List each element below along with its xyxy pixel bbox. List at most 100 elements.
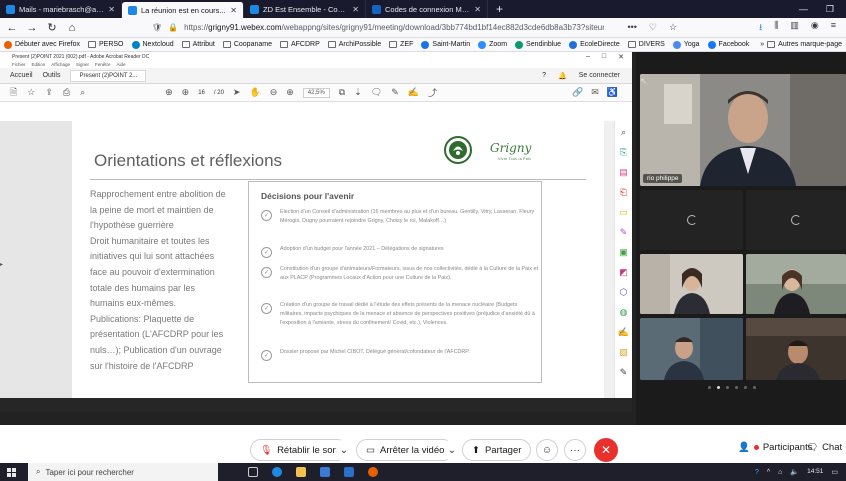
taskbar-clock[interactable]: 14:51 [807,468,823,476]
zoom-icon[interactable]: ⌕ [621,127,626,138]
bookmark-item[interactable]: Débuter avec Firefox [4,40,80,49]
network-icon[interactable]: ⌂ [778,469,782,476]
bookmark-item[interactable]: EcoleDirecte [569,40,620,49]
leave-meeting-button[interactable]: ✕ [594,438,618,462]
bookmark-item[interactable]: Sendinblue [515,40,561,49]
account-icon[interactable]: ◉ [811,20,819,36]
download-icon[interactable]: ⭳ [759,20,762,36]
acrobat-menu-item[interactable]: Aide [117,62,126,67]
close-tab-icon[interactable]: ✕ [230,6,237,15]
zoom-out-icon[interactable]: ⊖ [270,87,278,98]
create-pdf-icon[interactable]: ⎗ [620,187,627,198]
edit-pdf-icon[interactable]: ✎ [620,227,628,238]
bell-icon[interactable]: 🔔 [558,72,567,80]
new-tab-button[interactable]: + [488,0,511,18]
video-options-chevron-icon[interactable]: ⌄ [444,439,460,461]
share-button[interactable]: ⬆ Partager [462,439,532,461]
maximize-icon[interactable]: □ [602,53,606,61]
volume-icon[interactable]: 🔈 [790,468,799,476]
back-arrow-icon[interactable]: ← [6,22,18,34]
bookmark-item[interactable]: ArchiPossible [327,41,381,48]
reload-icon[interactable]: ↻ [46,21,58,34]
tab-document[interactable]: Present (2)POINT 2... [70,69,147,82]
document-viewport[interactable]: ▸ Orientations et réflexions Grigny Vivr… [0,121,632,398]
chat-button[interactable]: 🗨 Chat [806,442,842,453]
forward-arrow-icon[interactable]: → [26,22,38,34]
show-hidden-icons-icon[interactable]: ^ [767,469,770,476]
zoom-select[interactable]: 42,5% [302,87,330,98]
protect-icon[interactable]: ⬡ [620,287,628,298]
mail-icon[interactable] [344,467,354,477]
sign-in-link[interactable]: Se connecter [579,72,620,79]
acrobat-menu-item[interactable]: Edition [32,62,46,67]
sign-tool-icon[interactable]: ✍ [618,327,629,338]
help-icon[interactable]: ? [755,469,759,476]
select-tool-icon[interactable]: ➤ [233,87,241,98]
acrobat-menu-item[interactable]: Fichier [12,62,26,67]
bookmark-item[interactable]: Facebook [707,40,749,49]
fill-sign-icon[interactable]: ▣ [619,247,628,258]
bookmark-item[interactable]: Zoom [478,40,507,49]
stop-video-button[interactable]: ▭ Arrêter la vidéo [356,439,455,461]
mail-icon[interactable]: ✉ [591,87,599,98]
task-view-icon[interactable] [248,467,258,477]
browser-tab[interactable]: Codes de connexion MAJ le 16✕ [366,0,488,18]
audio-options-chevron-icon[interactable]: ⌄ [336,439,352,461]
bookmark-item[interactable]: Coopaname [222,41,272,48]
bookmark-item[interactable]: Attribut [181,41,215,48]
participant-video-tile[interactable] [746,254,846,314]
organize-pages-icon[interactable]: ▤ [619,167,628,178]
panel-toggle-icon[interactable]: ▸ [0,261,3,268]
edge-icon[interactable] [272,467,282,477]
restore-icon[interactable]: ❐ [826,4,834,15]
link-icon[interactable]: 🔗 [572,87,583,98]
tab-tools[interactable]: Outils [43,72,61,79]
search-icon[interactable]: ⌕ [80,87,85,98]
print-icon[interactable]: ⎙ [63,87,70,98]
bookmark-item[interactable]: Saint-Martin [421,40,470,49]
hand-tool-icon[interactable]: ✋ [249,87,260,98]
bookmark-item[interactable]: Yoga [672,40,700,49]
tab-home[interactable]: Accueil [10,72,33,79]
comment-icon[interactable]: 🗨 [371,87,382,98]
windows-start-icon[interactable] [0,463,22,481]
bookmark-star-icon[interactable]: ☆ [669,22,677,33]
acrobat-menu-item[interactable]: Fenêtre [95,62,111,67]
video-pager[interactable] [708,386,756,389]
acrobat-menu-item[interactable]: Affichage [51,62,70,67]
bookmark-item[interactable]: ZEF [389,41,413,48]
file-explorer-icon[interactable] [296,467,306,477]
firefox-icon[interactable] [368,467,378,477]
bookmark-item[interactable]: PERSO [87,41,124,48]
participant-video-tile[interactable] [640,318,743,380]
page-number-input[interactable]: 16 [198,90,205,96]
send-icon[interactable]: ◩ [619,267,628,278]
scroll-mode-icon[interactable]: ⇣ [354,87,362,98]
browser-tab[interactable]: ZD Est Ensemble - Coopanam ✕ [244,0,366,18]
participant-tile-no-video[interactable] [640,190,743,250]
unmute-button[interactable]: 🎙 Rétablir le son [250,439,348,461]
help-icon[interactable]: ? [542,72,546,79]
browser-tab[interactable]: La réunion est en cours... ✕ [122,2,244,18]
close-tab-icon[interactable]: ✕ [108,5,115,14]
sidebar-icon[interactable]: ▥ [790,20,799,36]
other-bookmarks[interactable]: » Autres marque-page [760,41,842,48]
optimize-icon[interactable]: ◍ [620,307,628,318]
active-speaker-video[interactable]: rio philippe [640,74,846,186]
home-icon[interactable]: ⌂ [66,22,78,34]
bookmark-item[interactable]: Nextcloud [131,40,174,49]
sign-icon[interactable]: ✍ [408,87,419,98]
collapse-arrow-icon[interactable]: ↖ [640,76,648,87]
more-options-button[interactable]: ··· [564,439,586,461]
acrobat-menu-item[interactable]: Signer [76,62,89,67]
reactions-button[interactable]: ☺ [536,439,558,461]
notifications-icon[interactable]: ▭ [831,468,838,476]
store-icon[interactable] [320,467,330,477]
fit-page-icon[interactable]: ⧉ [339,87,345,98]
address-bar[interactable]: 🛡 🔒 https://grigny91.webex.com/webappng/… [146,21,619,35]
taskbar-search-box[interactable]: ⌕ Taper ici pour rechercher [28,463,218,481]
vertical-scrollbar[interactable] [604,121,614,398]
participant-video-tile[interactable] [746,318,846,380]
close-tab-icon[interactable]: ✕ [474,5,481,14]
export-pdf-icon[interactable]: ⎘ [620,147,627,158]
